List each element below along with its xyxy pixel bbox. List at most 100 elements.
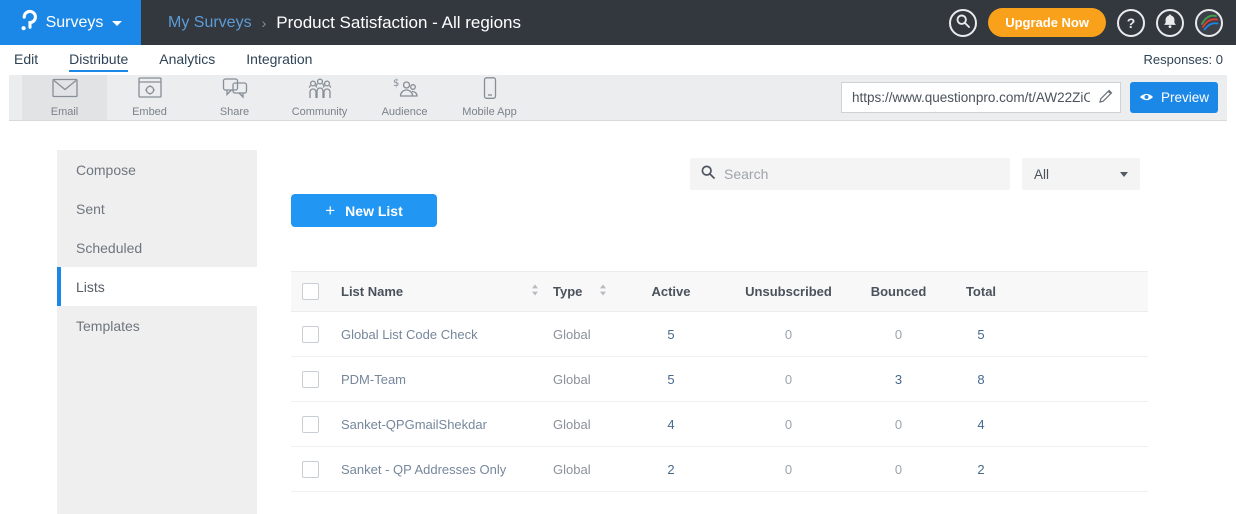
search-icon [956,14,970,31]
avatar-logo-icon [1198,10,1220,35]
bounced-count[interactable]: 0 [856,462,941,477]
tab-integration[interactable]: Integration [246,51,312,72]
notifications-button[interactable] [1156,9,1184,37]
list-type-filter-dropdown[interactable]: All [1022,158,1140,190]
list-name-link[interactable]: Global List Code Check [341,327,531,342]
breadcrumb-separator: › [262,15,267,31]
column-active: Active [621,284,721,299]
list-type: Global [553,462,599,477]
top-navbar: Surveys My Surveys › Product Satisfactio… [0,0,1236,45]
list-type: Global [553,327,599,342]
email-sidebar: Compose Sent Scheduled Lists Templates [57,150,257,514]
total-count[interactable]: 8 [941,372,1021,387]
sidebar-item-compose[interactable]: Compose [57,150,257,189]
sidebar-item-templates[interactable]: Templates [57,306,257,345]
list-name-link[interactable]: PDM-Team [341,372,531,387]
breadcrumb-my-surveys[interactable]: My Surveys [168,14,252,32]
tab-edit[interactable]: Edit [14,51,38,72]
channel-share[interactable]: Share [192,75,277,120]
community-icon [307,77,333,104]
sidebar-item-sent[interactable]: Sent [57,189,257,228]
table-row: Sanket - QP Addresses Only Global 2 0 0 … [291,447,1148,492]
channel-community[interactable]: Community [277,75,362,120]
row-checkbox[interactable] [302,461,319,478]
product-name: Surveys [46,14,104,32]
active-count[interactable]: 4 [621,417,721,432]
lists-search [690,158,1010,190]
sidebar-item-lists[interactable]: Lists [57,267,257,306]
survey-link-field [841,82,1121,113]
questionpro-logo-icon [19,7,37,38]
question-mark-icon: ? [1127,15,1136,31]
table-row: Global List Code Check Global 5 0 0 5 [291,312,1148,357]
help-button[interactable]: ? [1117,9,1145,37]
new-list-button[interactable]: + New List [291,194,437,227]
bounced-count[interactable]: 0 [856,417,941,432]
channel-label: Share [220,106,249,118]
plus-icon: + [325,201,335,221]
channel-label: Email [51,106,79,118]
audience-icon: $ [392,77,418,104]
channel-mobile-app[interactable]: Mobile App [447,75,532,120]
channel-label: Audience [382,106,428,118]
sidebar-item-scheduled[interactable]: Scheduled [57,228,257,267]
topbar-actions: Upgrade Now ? [949,8,1236,37]
chevron-down-icon [1120,172,1128,177]
breadcrumb: My Surveys › Product Satisfaction - All … [168,13,521,33]
list-type: Global [553,372,599,387]
active-count[interactable]: 5 [621,327,721,342]
total-count[interactable]: 4 [941,417,1021,432]
bounced-count[interactable]: 0 [856,327,941,342]
unsubscribed-count[interactable]: 0 [721,417,856,432]
total-count[interactable]: 2 [941,462,1021,477]
unsubscribed-count[interactable]: 0 [721,462,856,477]
row-checkbox[interactable] [302,371,319,388]
total-count[interactable]: 5 [941,327,1021,342]
product-switcher[interactable]: Surveys [0,0,141,45]
search-input[interactable] [724,166,999,182]
unsubscribed-count[interactable]: 0 [721,327,856,342]
bounced-count[interactable]: 3 [856,372,941,387]
account-avatar[interactable] [1195,9,1223,37]
sort-type-button[interactable] [599,284,621,299]
bell-icon [1162,13,1178,32]
eye-icon [1139,90,1154,105]
breadcrumb-current-survey: Product Satisfaction - All regions [276,13,521,33]
active-count[interactable]: 5 [621,372,721,387]
channel-label: Embed [132,106,167,118]
list-type: Global [553,417,599,432]
unsubscribed-count[interactable]: 0 [721,372,856,387]
email-icon [52,77,78,104]
distribute-toolbar: Email Embed Share [9,75,1227,121]
tab-distribute[interactable]: Distribute [69,51,128,72]
channel-audience[interactable]: $ Audience [362,75,447,120]
survey-url-input[interactable] [842,90,1092,105]
responses-count[interactable]: Responses: 0 [1144,45,1224,67]
list-name-link[interactable]: Sanket - QP Addresses Only [341,462,531,477]
edit-url-button[interactable] [1092,89,1120,106]
channel-embed[interactable]: Embed [107,75,192,120]
column-list-name[interactable]: List Name [341,284,531,299]
tab-analytics[interactable]: Analytics [159,51,215,72]
email-lists-page: Compose Sent Scheduled Lists Templates A… [0,121,1236,514]
column-bounced: Bounced [856,284,941,299]
channel-email[interactable]: Email [22,75,107,120]
row-checkbox[interactable] [302,416,319,433]
svg-text:$: $ [393,78,399,89]
upgrade-now-button[interactable]: Upgrade Now [988,8,1106,37]
chevron-down-icon [112,21,122,26]
sort-icon [531,284,539,299]
embed-icon [137,77,163,104]
sort-list-name-button[interactable] [531,284,553,299]
list-name-link[interactable]: Sanket-QPGmailShekdar [341,417,531,432]
active-count[interactable]: 2 [621,462,721,477]
preview-button[interactable]: Preview [1130,82,1218,113]
select-all-checkbox[interactable] [302,283,319,300]
row-checkbox[interactable] [302,326,319,343]
sort-icon [599,284,607,299]
table-row: PDM-Team Global 5 0 3 8 [291,357,1148,402]
column-type[interactable]: Type [553,284,599,299]
preview-label: Preview [1161,90,1209,105]
search-button[interactable] [949,9,977,37]
new-list-label: New List [345,203,403,219]
